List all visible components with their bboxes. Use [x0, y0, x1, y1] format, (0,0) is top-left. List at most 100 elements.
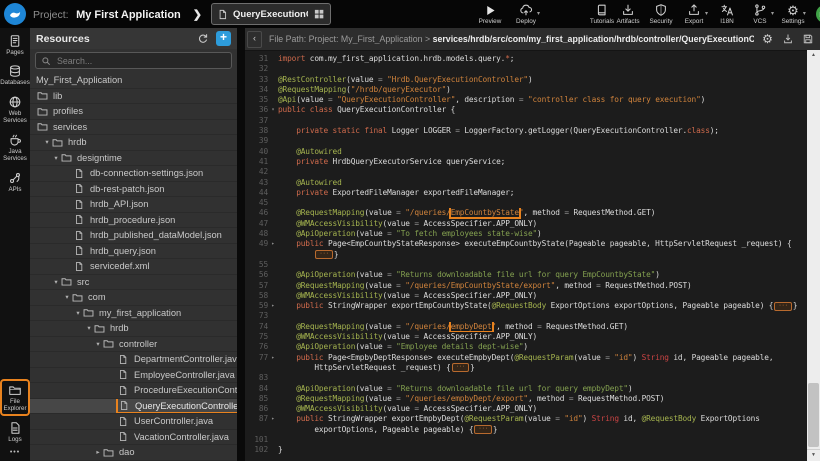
code-line[interactable]: 59▸ public StringWrapper exportEmpCountb… — [245, 301, 807, 311]
tree-item[interactable]: db-rest-patch.json — [30, 182, 237, 198]
tree-item[interactable]: ProcedureExecutionController.java — [30, 383, 237, 399]
code-line[interactable]: 56 @ApiOperation(value = "Returns downlo… — [245, 270, 807, 280]
fold-closed-icon[interactable]: ▸ — [268, 414, 278, 424]
folded-code-icon[interactable]: ··· — [452, 363, 469, 372]
tree-item[interactable]: db-connection-settings.json — [30, 166, 237, 182]
tree-item[interactable]: My_First_Application — [30, 73, 237, 89]
tree-item[interactable]: servicedef.xml — [30, 259, 237, 275]
user-avatar[interactable]: MP — [816, 5, 820, 23]
code-line[interactable]: 35@Api(value = "QueryExecutionController… — [245, 95, 807, 105]
rail-item-web-services[interactable]: Web Services — [1, 92, 29, 127]
fold-open-icon[interactable]: ▾ — [268, 105, 278, 115]
rail-item-java-services[interactable]: Java Services — [1, 130, 29, 165]
code-line[interactable]: 49▸ public Page<EmpCountbyStateResponse>… — [245, 239, 807, 249]
open-file-tab[interactable]: QueryExecutionCon... — [211, 3, 331, 25]
code-line[interactable]: 102} — [245, 445, 807, 455]
code-line[interactable]: 45 — [245, 198, 807, 208]
tree-item[interactable]: hrdb_procedure.json — [30, 213, 237, 229]
code-line[interactable]: 42 — [245, 167, 807, 177]
topbar-action-artifacts[interactable]: Artifacts — [615, 3, 641, 25]
code-line[interactable]: 87▸ public StringWrapper exportEmpbyDept… — [245, 414, 807, 424]
code-line[interactable]: 38 private static final Logger LOGGER = … — [245, 126, 807, 136]
tree-item[interactable]: ▾com — [30, 290, 237, 306]
tree-item[interactable]: VacationController.java — [30, 430, 237, 446]
code-line[interactable]: 86 @WMAccessVisibility(value = AccessSpe… — [245, 404, 807, 414]
tree-item[interactable]: hrdb_query.json — [30, 244, 237, 260]
chevron-down-icon[interactable]: ▾ — [42, 138, 52, 146]
rail-item-logs[interactable]: Logs — [1, 418, 29, 445]
code-line[interactable]: 44 private ExportedFileManager exportedF… — [245, 188, 807, 198]
code-area[interactable]: 31import com.my_first_application.hrdb.m… — [245, 51, 820, 461]
tree-item[interactable]: ▾controller — [30, 337, 237, 353]
tree-item[interactable]: ▸dao — [30, 445, 237, 461]
code-line[interactable]: 83 — [245, 373, 807, 383]
folded-code-icon[interactable]: ··· — [474, 425, 491, 434]
tree-item[interactable]: ▾hrdb — [30, 321, 237, 337]
collapse-panel-icon[interactable]: ‹ — [247, 31, 262, 48]
tree-item[interactable]: profiles — [30, 104, 237, 120]
code-line[interactable]: 33@RestController(value = "Hrdb.QueryExe… — [245, 75, 807, 85]
code-line[interactable]: 84 @ApiOperation(value = "Returns downlo… — [245, 384, 807, 394]
download-file-icon[interactable] — [781, 33, 794, 46]
tree-item[interactable]: services — [30, 120, 237, 136]
code-line[interactable]: 36▾public class QueryExecutionController… — [245, 105, 807, 115]
code-line[interactable]: HttpServletRequest _request) {···} — [245, 363, 807, 373]
tree-item[interactable]: ▾hrdb — [30, 135, 237, 151]
topbar-action-export[interactable]: ▾Export — [681, 3, 707, 25]
topbar-action-tutorials[interactable]: Tutorials — [589, 3, 615, 25]
tree-item[interactable]: hrdb_published_dataModel.json — [30, 228, 237, 244]
chevron-down-icon[interactable]: ▾ — [73, 309, 83, 317]
tree-item[interactable]: ▾src — [30, 275, 237, 291]
tree-item[interactable]: ▾my_first_application — [30, 306, 237, 322]
code-line[interactable]: 43 @Autowired — [245, 178, 807, 188]
chevron-down-icon[interactable]: ▾ — [51, 278, 61, 286]
topbar-action-deploy[interactable]: ▾Deploy — [513, 3, 539, 25]
chevron-down-icon[interactable]: ▾ — [84, 324, 94, 332]
tree-item[interactable]: UserController.java — [30, 414, 237, 430]
fold-closed-icon[interactable]: ▸ — [268, 353, 278, 363]
save-icon[interactable] — [801, 33, 814, 46]
grid-menu-icon[interactable] — [313, 8, 325, 20]
scroll-up-icon[interactable]: ▲ — [807, 50, 820, 61]
code-line[interactable]: 77▸ public Page<EmpbyDeptResponse> execu… — [245, 353, 807, 363]
code-line[interactable]: 40 @Autowired — [245, 147, 807, 157]
chevron-down-icon[interactable]: ▾ — [51, 154, 61, 162]
scrollbar-thumb[interactable] — [808, 383, 819, 447]
tree-item[interactable]: DepartmentController.java — [30, 352, 237, 368]
topbar-action-preview[interactable]: Preview — [477, 3, 503, 25]
code-line[interactable]: ···} — [245, 250, 807, 260]
fold-closed-icon[interactable]: ▸ — [268, 301, 278, 311]
scroll-down-icon[interactable]: ▼ — [807, 449, 820, 461]
folded-code-icon[interactable]: ··· — [315, 250, 332, 259]
code-line[interactable]: 74 @RequestMapping(value = "/queries/emp… — [245, 322, 807, 332]
code-line[interactable]: 47 @WMAccessVisibility(value = AccessSpe… — [245, 219, 807, 229]
code-line[interactable]: 48 @ApiOperation(value = "To fetch emplo… — [245, 229, 807, 239]
rail-item-databases[interactable]: Databases — [1, 61, 29, 88]
refresh-icon[interactable] — [196, 32, 210, 46]
code-line[interactable]: 57 @RequestMapping(value = "/queries/Emp… — [245, 281, 807, 291]
topbar-action-i18n[interactable]: I18N — [714, 3, 740, 25]
code-line[interactable]: 32 — [245, 64, 807, 74]
tree-item[interactable]: ▾designtime — [30, 151, 237, 167]
code-line[interactable]: 85 @RequestMapping(value = "/queries/emp… — [245, 394, 807, 404]
tree-item[interactable]: QueryExecutionController.java — [30, 399, 237, 415]
code-line[interactable]: 34@RequestMapping("/hrdb/queryExecutor") — [245, 85, 807, 95]
tree-item[interactable]: EmployeeController.java — [30, 368, 237, 384]
code-line[interactable]: 55 — [245, 260, 807, 270]
rail-item-pages[interactable]: Pages — [1, 31, 29, 58]
code-line[interactable]: 31import com.my_first_application.hrdb.m… — [245, 54, 807, 64]
topbar-action-settings[interactable]: ⚙▾Settings — [780, 3, 806, 25]
topbar-action-security[interactable]: Security — [648, 3, 674, 25]
code-line[interactable]: 58 @WMAccessVisibility(value = AccessSpe… — [245, 291, 807, 301]
panel-divider[interactable] — [237, 28, 245, 461]
tree-item[interactable]: lib — [30, 89, 237, 105]
code-line[interactable]: 37 — [245, 116, 807, 126]
app-logo-icon[interactable] — [4, 3, 26, 25]
fold-closed-icon[interactable]: ▸ — [268, 239, 278, 249]
chevron-down-icon[interactable]: ▾ — [93, 340, 103, 348]
folded-code-icon[interactable]: ··· — [774, 302, 791, 311]
gear-icon[interactable]: ⚙ — [761, 33, 774, 46]
code-line[interactable]: 39 — [245, 136, 807, 146]
more-options-icon[interactable]: ••• — [10, 449, 20, 456]
chevron-down-icon[interactable]: ▾ — [62, 293, 72, 301]
